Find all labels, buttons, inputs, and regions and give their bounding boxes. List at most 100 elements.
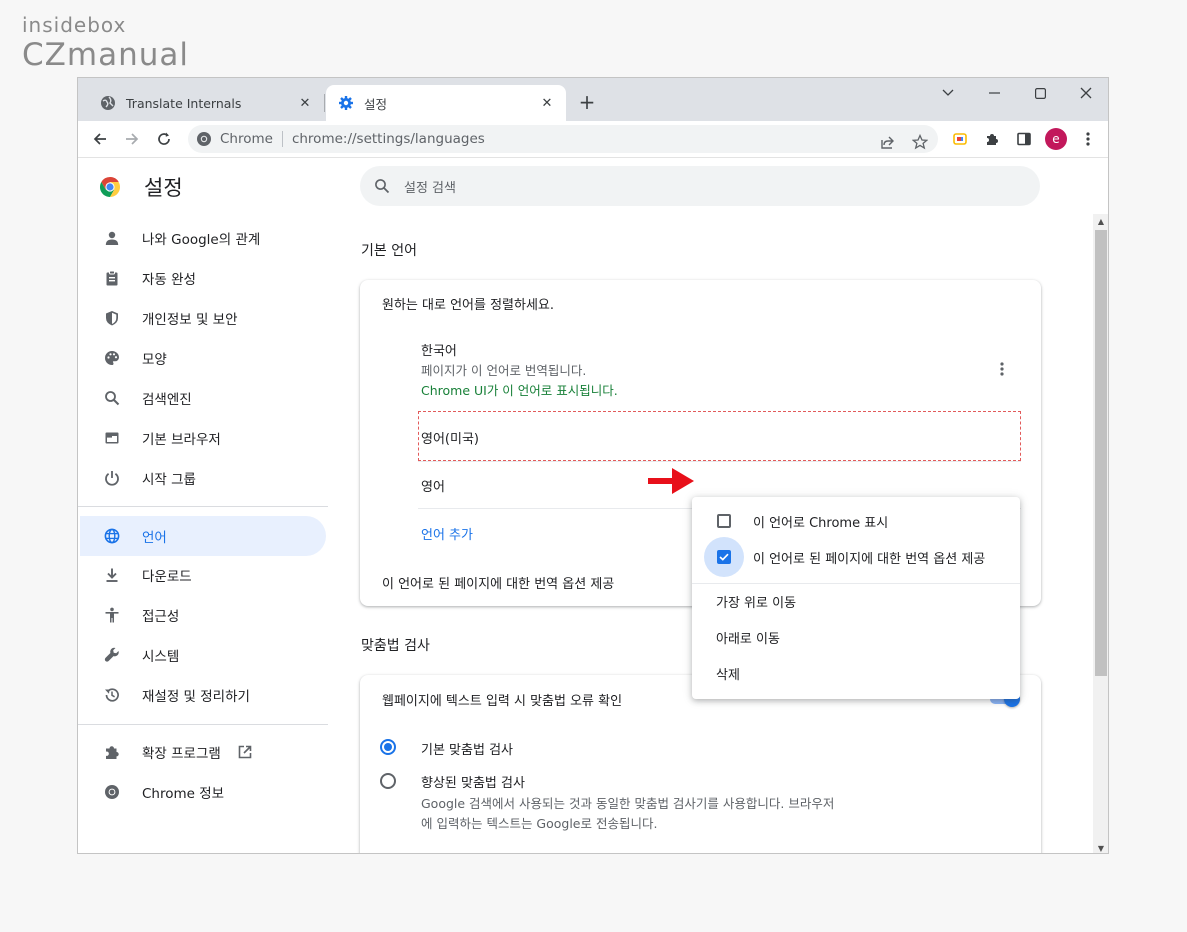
language-name-english: 영어 [421, 480, 445, 495]
sidebar-item-reset[interactable]: 재설정 및 정리하기 [80, 675, 326, 715]
back-icon[interactable] [88, 127, 112, 151]
more-menu-icon[interactable] [1076, 127, 1100, 151]
sidebar-item-label: 언어 [142, 530, 167, 546]
sidebar-item-downloads[interactable]: 다운로드 [80, 555, 326, 595]
profile-avatar[interactable]: e [1045, 128, 1067, 150]
close-icon[interactable]: ✕ [296, 94, 314, 112]
tab-translate-internals[interactable]: Translate Internals ✕ [88, 85, 324, 121]
menu-item-label: 가장 위로 이동 [716, 595, 797, 611]
checkbox-ripple [704, 537, 744, 577]
tab-strip: Translate Internals ✕ 설정 ✕ + [78, 78, 1108, 121]
puzzle-icon [102, 742, 122, 762]
language-row-english-us[interactable] [418, 411, 1021, 461]
language-context-menu: 이 언어로 Chrome 표시 이 언어로 된 페이지에 대한 번역 옵션 제공… [692, 497, 1020, 699]
extensions-puzzle-icon[interactable] [980, 127, 1004, 151]
scroll-up-icon[interactable]: ▲ [1093, 214, 1108, 228]
sidebar-item-default-browser[interactable]: 기본 브라우저 [80, 418, 326, 458]
scroll-down-icon[interactable]: ▼ [1093, 841, 1108, 853]
sidebar-item-label: 시작 그룹 [142, 472, 196, 488]
sidebar-item-privacy[interactable]: 개인정보 및 보안 [80, 298, 326, 338]
bookmark-star-icon[interactable] [908, 131, 932, 153]
browser-icon [102, 428, 122, 448]
accessibility-icon [102, 605, 122, 625]
sidebar-item-languages[interactable]: 언어 [80, 516, 326, 556]
settings-search-input[interactable]: 설정 검색 [360, 166, 1040, 206]
sidebar-item-extensions[interactable]: 확장 프로그램 [80, 732, 326, 772]
sidebar-item-label: 재설정 및 정리하기 [142, 689, 250, 705]
menu-item-label: 삭제 [716, 667, 740, 683]
language-name-korean: 한국어 [421, 344, 457, 359]
add-language-button[interactable]: 언어 추가 [421, 524, 473, 543]
sidebar-item-accessibility[interactable]: 접근성 [80, 595, 326, 635]
site-label: Chrome [220, 131, 273, 147]
maximize-icon[interactable] [1022, 82, 1058, 104]
page-scrollbar[interactable]: ▲ ▼ [1093, 214, 1108, 853]
sidebar-item-label: 접근성 [142, 609, 180, 625]
scrollbar-thumb[interactable] [1095, 230, 1107, 676]
forward-icon[interactable] [120, 127, 144, 151]
new-tab-button[interactable]: + [576, 90, 598, 114]
clipboard-icon [102, 268, 122, 288]
search-icon [102, 388, 122, 408]
language-name-english-us: 영어(미국) [421, 432, 479, 447]
basic-spellcheck-label: 기본 맞춤법 검사 [421, 743, 513, 758]
tab-label: 설정 [364, 96, 388, 112]
menu-item-label: 아래로 이동 [716, 631, 780, 647]
tab-label: Translate Internals [126, 95, 242, 111]
sidebar-item-you-and-google[interactable]: 나와 Google의 관계 [80, 218, 326, 258]
minimize-icon[interactable] [976, 82, 1012, 104]
address-bar[interactable]: Chrome chrome://settings/languages [188, 125, 938, 153]
tab-settings[interactable]: 설정 ✕ [326, 85, 566, 121]
watermark-line2: CZmanual [22, 37, 189, 73]
menu-item-move-down[interactable]: 아래로 이동 [692, 620, 1020, 654]
google-lens-icon[interactable] [948, 127, 972, 151]
korean-translate-desc: 페이지가 이 언어로 번역됩니다. [421, 363, 587, 378]
languages-section-title: 기본 언어 [361, 243, 417, 259]
settings-header: 설정 [98, 172, 183, 202]
sidebar-divider [78, 724, 328, 725]
tab-search-icon[interactable] [930, 82, 966, 104]
power-icon [102, 468, 122, 488]
share-icon[interactable] [876, 131, 900, 153]
spellcheck-section-title: 맞춤법 검사 [361, 638, 430, 654]
sidebar-item-label: 다운로드 [142, 569, 192, 585]
sidebar-item-label: Chrome 정보 [142, 786, 225, 802]
menu-item-move-top[interactable]: 가장 위로 이동 [692, 584, 1020, 618]
browser-toolbar: Chrome chrome://settings/languages e [78, 121, 1108, 158]
sidebar-divider [78, 506, 328, 507]
menu-item-label: 이 언어로 Chrome 표시 [753, 515, 889, 531]
sidebar-item-about-chrome[interactable]: Chrome 정보 [80, 772, 326, 812]
sidebar-item-label: 시스템 [142, 649, 180, 665]
menu-item-offer-translate[interactable]: 이 언어로 된 페이지에 대한 번역 옵션 제공 [692, 537, 1020, 577]
sidebar-item-label: 검색엔진 [142, 392, 192, 408]
omnibox-divider [281, 131, 283, 147]
globe-icon [102, 526, 122, 546]
reset-icon [102, 685, 122, 705]
offer-translate-label: 이 언어로 된 페이지에 대한 번역 옵션 제공 [382, 577, 615, 592]
sidebar-item-search-engine[interactable]: 검색엔진 [80, 378, 326, 418]
enhanced-spellcheck-label: 향상된 맞춤법 검사 [421, 776, 525, 791]
side-panel-icon[interactable] [1012, 127, 1036, 151]
close-icon[interactable]: ✕ [538, 94, 556, 112]
window-close-icon[interactable] [1068, 82, 1104, 104]
palette-icon [102, 348, 122, 368]
basic-spellcheck-radio[interactable] [380, 739, 396, 755]
enhanced-spellcheck-radio[interactable] [380, 773, 396, 789]
check-icon [719, 553, 729, 561]
spellcheck-toggle-label: 웹페이지에 텍스트 입력 시 맞춤법 오류 확인 [382, 694, 623, 709]
chrome-site-icon [196, 131, 212, 147]
row-divider [418, 461, 1021, 462]
chrome-icon [102, 782, 122, 802]
sidebar-item-appearance[interactable]: 모양 [80, 338, 326, 378]
sidebar-item-autofill[interactable]: 자동 완성 [80, 258, 326, 298]
reload-icon[interactable] [152, 127, 176, 151]
menu-item-remove[interactable]: 삭제 [692, 656, 1020, 690]
show-chrome-checkbox[interactable] [717, 514, 731, 528]
menu-item-show-chrome[interactable]: 이 언어로 Chrome 표시 [692, 504, 1020, 538]
more-actions-icon[interactable] [992, 359, 1012, 379]
sidebar-item-system[interactable]: 시스템 [80, 635, 326, 675]
sidebar-item-on-startup[interactable]: 시작 그룹 [80, 458, 326, 498]
offer-translate-checkbox[interactable] [717, 550, 731, 564]
download-icon [102, 565, 122, 585]
settings-page: 설정 설정 검색 나와 Google의 관계 자동 완성 개인정보 및 보안 모… [78, 158, 1108, 853]
